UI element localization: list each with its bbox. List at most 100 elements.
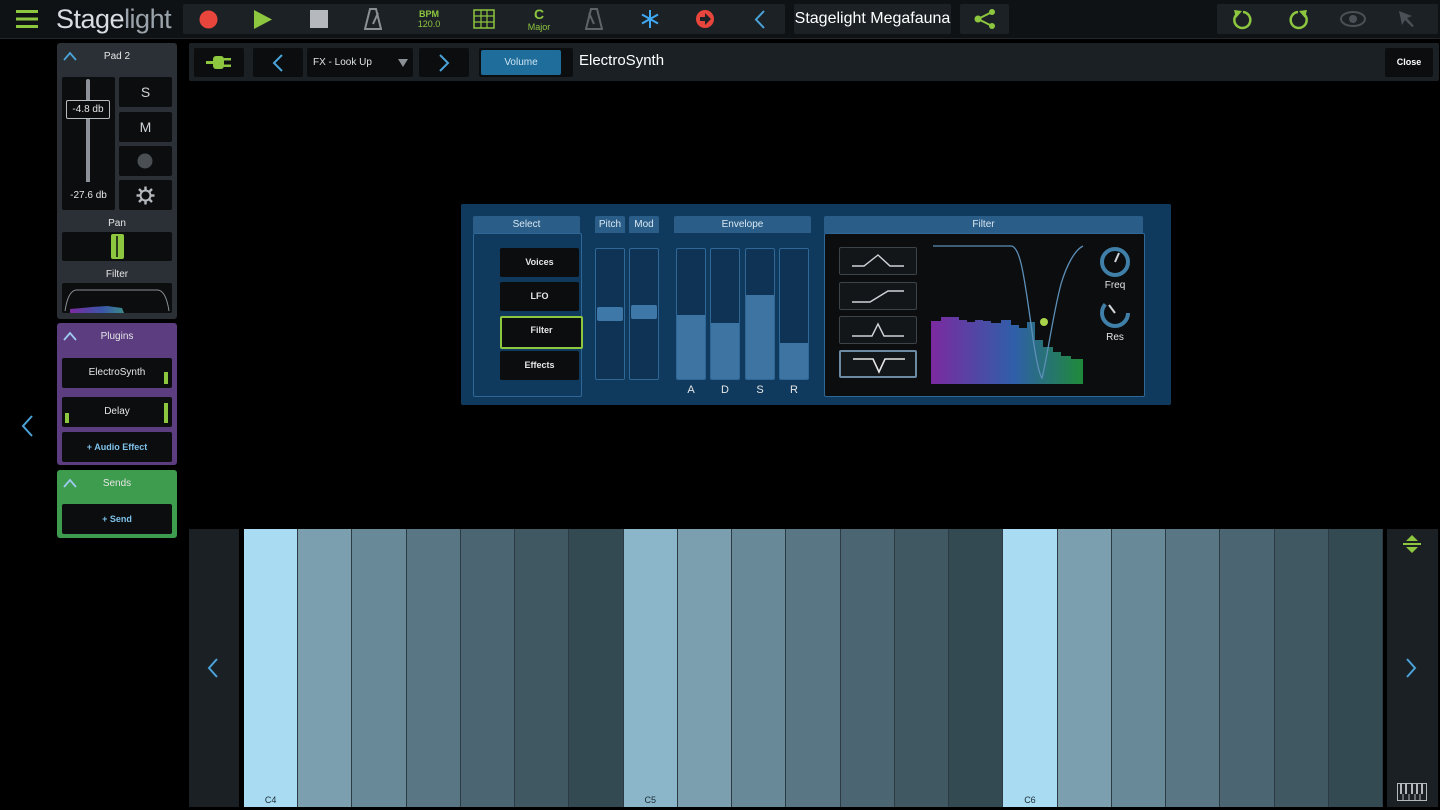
piano-key[interactable] <box>949 529 1004 807</box>
next-preset-button[interactable] <box>419 48 469 77</box>
sidebar-back-icon[interactable] <box>14 412 42 440</box>
plugin-slot-electrosynth[interactable]: ElectroSynth <box>62 358 172 388</box>
key-mode[interactable]: Major <box>524 22 554 32</box>
stop-icon[interactable] <box>310 10 328 28</box>
key-label: C4 <box>264 795 277 805</box>
keyboard-octave-down[interactable] <box>189 529 239 807</box>
chevron-right-icon <box>439 54 450 72</box>
lowpass-button[interactable] <box>839 247 917 275</box>
export-icon[interactable] <box>695 9 715 29</box>
pitch-slider[interactable] <box>595 248 625 380</box>
freq-knob[interactable] <box>1098 245 1132 279</box>
piano-key[interactable] <box>894 529 950 807</box>
piano-key[interactable] <box>1057 529 1112 807</box>
record-icon[interactable] <box>199 10 218 29</box>
piano-key[interactable] <box>569 529 624 807</box>
filter-response-graph <box>931 245 1084 384</box>
plugin-meter-right <box>164 403 168 423</box>
power-button[interactable] <box>194 48 244 77</box>
piano-key[interactable] <box>1111 529 1167 807</box>
filter-curve-graphic <box>64 289 170 313</box>
pan-handle[interactable] <box>111 234 124 259</box>
add-send-button[interactable]: + Send <box>62 504 172 534</box>
decay-label: D <box>721 384 729 396</box>
piano-key[interactable] <box>786 529 841 807</box>
piano-key[interactable] <box>1166 529 1221 807</box>
piano-key[interactable]: C4 <box>244 529 299 807</box>
bandpass-button[interactable] <box>839 316 917 344</box>
close-button[interactable]: Close <box>1385 48 1433 77</box>
top-toolbar: Stagelight BPM 120.0 C Major Stagelight … <box>0 0 1440 39</box>
piano-key[interactable] <box>840 529 895 807</box>
keyboard: C4 C5 C6 <box>244 529 1383 807</box>
resize-keyboard-icon[interactable] <box>1401 535 1423 553</box>
lfo-button[interactable]: LFO <box>500 282 579 311</box>
piano-key[interactable] <box>352 529 407 807</box>
piano-key[interactable] <box>732 529 787 807</box>
menu-icon[interactable] <box>16 9 38 29</box>
project-name[interactable]: Stagelight Megafauna <box>794 4 951 34</box>
piano-key[interactable] <box>406 529 461 807</box>
piano-key[interactable] <box>515 529 570 807</box>
piano-icon[interactable] <box>1397 783 1427 801</box>
preset-dropdown[interactable]: FX - Look Up <box>307 48 413 77</box>
solo-button[interactable]: S <box>119 77 172 107</box>
keyboard-octave-up-icon[interactable] <box>1405 658 1417 678</box>
prev-preset-button[interactable] <box>253 48 303 77</box>
piano-key[interactable]: C5 <box>623 529 678 807</box>
key-label: C5 <box>644 795 657 805</box>
release-slider[interactable] <box>779 248 809 380</box>
mod-handle[interactable] <box>631 305 657 319</box>
freeze-icon[interactable] <box>640 9 660 29</box>
collapse-left-icon[interactable] <box>753 10 767 29</box>
piano-key[interactable] <box>460 529 516 807</box>
mod-header: Mod <box>629 216 659 233</box>
plugin-slot-delay[interactable]: Delay <box>62 397 172 427</box>
view-icon[interactable] <box>1340 11 1366 27</box>
pointer-icon[interactable] <box>1398 10 1416 28</box>
piano-key[interactable] <box>677 529 733 807</box>
add-audio-effect-button[interactable]: + Audio Effect <box>62 432 172 462</box>
attack-slider[interactable] <box>676 248 706 380</box>
piano-key[interactable] <box>298 529 353 807</box>
bpm-value[interactable]: 120.0 <box>416 19 442 29</box>
key-label: C6 <box>1024 795 1036 805</box>
play-icon[interactable] <box>253 10 273 29</box>
track-settings-button[interactable] <box>119 180 172 210</box>
electrosynth-panel: Select Voices LFO Filter Effects Pitch M… <box>461 204 1171 405</box>
plugin-meter-left <box>65 413 69 423</box>
notch-button[interactable] <box>839 350 917 378</box>
decay-fill <box>711 323 739 379</box>
filter-button[interactable]: Filter <box>500 316 583 349</box>
piano-key[interactable]: C6 <box>1003 529 1058 807</box>
filter-thumbnail[interactable] <box>62 283 172 313</box>
record-arm-icon <box>137 153 153 169</box>
redo-icon[interactable] <box>1287 9 1309 31</box>
volume-tab[interactable]: Volume <box>479 48 573 77</box>
mod-slider[interactable] <box>629 248 659 380</box>
gear-icon <box>136 186 155 205</box>
sustain-slider[interactable] <box>745 248 775 380</box>
piano-key[interactable] <box>1328 529 1383 807</box>
piano-key[interactable] <box>1220 529 1275 807</box>
mute-button[interactable]: M <box>119 112 172 142</box>
metronome-icon[interactable] <box>364 8 382 30</box>
voices-button[interactable]: Voices <box>500 248 579 277</box>
res-label: Res <box>1106 332 1124 343</box>
res-knob[interactable] <box>1098 296 1132 330</box>
decay-slider[interactable] <box>710 248 740 380</box>
key-root[interactable]: C <box>529 6 549 22</box>
effects-button[interactable]: Effects <box>500 351 579 380</box>
pan-slider[interactable] <box>62 232 172 261</box>
pitch-handle[interactable] <box>597 307 623 321</box>
attack-label: A <box>687 384 695 396</box>
share-button[interactable] <box>960 4 1009 34</box>
filter-cutoff-point[interactable] <box>1040 318 1048 326</box>
metronome-alt-icon[interactable] <box>585 8 603 30</box>
arm-record-button[interactable] <box>119 146 172 176</box>
grid-icon[interactable] <box>473 9 495 29</box>
highpass-button[interactable] <box>839 282 917 310</box>
piano-key[interactable] <box>1274 529 1329 807</box>
freq-label: Freq <box>1104 280 1126 291</box>
undo-icon[interactable] <box>1232 9 1254 31</box>
